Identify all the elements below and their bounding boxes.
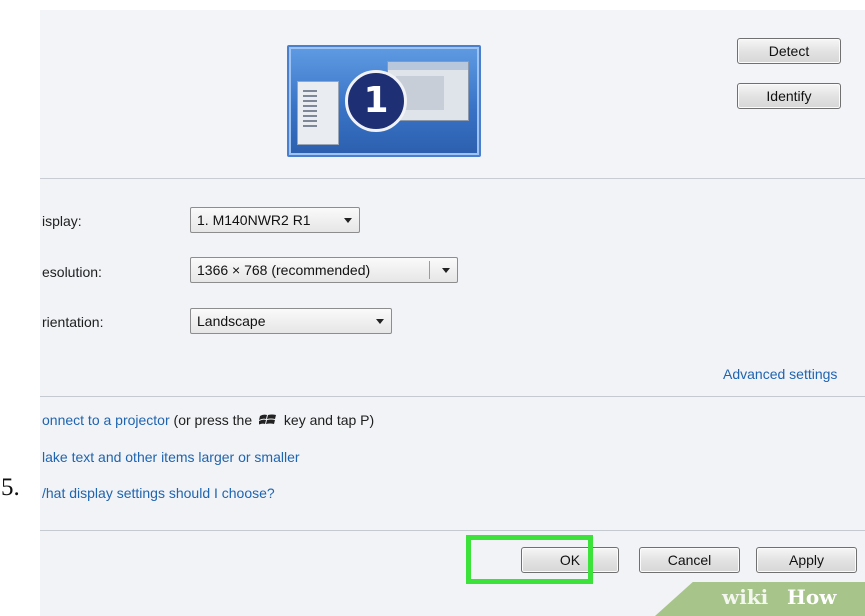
detect-button[interactable]: Detect bbox=[737, 38, 841, 64]
projector-line: onnect to a projector (or press the key … bbox=[42, 412, 374, 428]
resolution-select-value: 1366 × 768 (recommended) bbox=[197, 262, 371, 278]
advanced-settings-link[interactable]: Advanced settings bbox=[723, 366, 837, 382]
display-select-value: 1. M140NWR2 R1 bbox=[197, 212, 311, 228]
resolution-label: esolution: bbox=[42, 264, 102, 280]
projector-hint-suffix: key and tap P) bbox=[283, 412, 375, 428]
monitor-number-badge: 1 bbox=[345, 70, 407, 132]
display-help-link[interactable]: /hat display settings should I choose? bbox=[42, 485, 275, 501]
resolution-select[interactable]: 1366 × 768 (recommended) bbox=[190, 257, 458, 283]
divider bbox=[40, 396, 865, 397]
divider bbox=[40, 530, 865, 531]
projector-hint-text: (or press the bbox=[173, 412, 253, 428]
watermark-how: How bbox=[787, 585, 837, 609]
apply-button[interactable]: Apply bbox=[756, 547, 857, 573]
display-label: isplay: bbox=[42, 213, 82, 229]
window-thumbnail bbox=[297, 81, 339, 145]
display-select[interactable]: 1. M140NWR2 R1 bbox=[190, 207, 360, 233]
orientation-select-value: Landscape bbox=[197, 313, 266, 329]
screen-resolution-panel: 1 Detect Identify isplay: 1. M140NWR2 R1… bbox=[40, 0, 865, 616]
cancel-button[interactable]: Cancel bbox=[639, 547, 740, 573]
orientation-select[interactable]: Landscape bbox=[190, 308, 392, 334]
watermark-wiki: wiki bbox=[722, 585, 769, 609]
text-size-link[interactable]: lake text and other items larger or smal… bbox=[42, 449, 300, 465]
windows-logo-icon bbox=[259, 414, 277, 425]
dropdown-arrow-icon bbox=[344, 218, 352, 223]
identify-button[interactable]: Identify bbox=[737, 83, 841, 109]
orientation-label: rientation: bbox=[42, 314, 104, 330]
dropdown-arrow-icon bbox=[442, 268, 450, 273]
step-number: 5. bbox=[1, 474, 20, 501]
connect-projector-link[interactable]: onnect to a projector bbox=[42, 412, 170, 428]
dropdown-arrow-icon bbox=[376, 319, 384, 324]
ok-button-highlight bbox=[466, 535, 593, 584]
monitor-1-preview[interactable]: 1 bbox=[287, 45, 481, 157]
monitor-preview-area: 1 Detect Identify bbox=[40, 10, 865, 179]
